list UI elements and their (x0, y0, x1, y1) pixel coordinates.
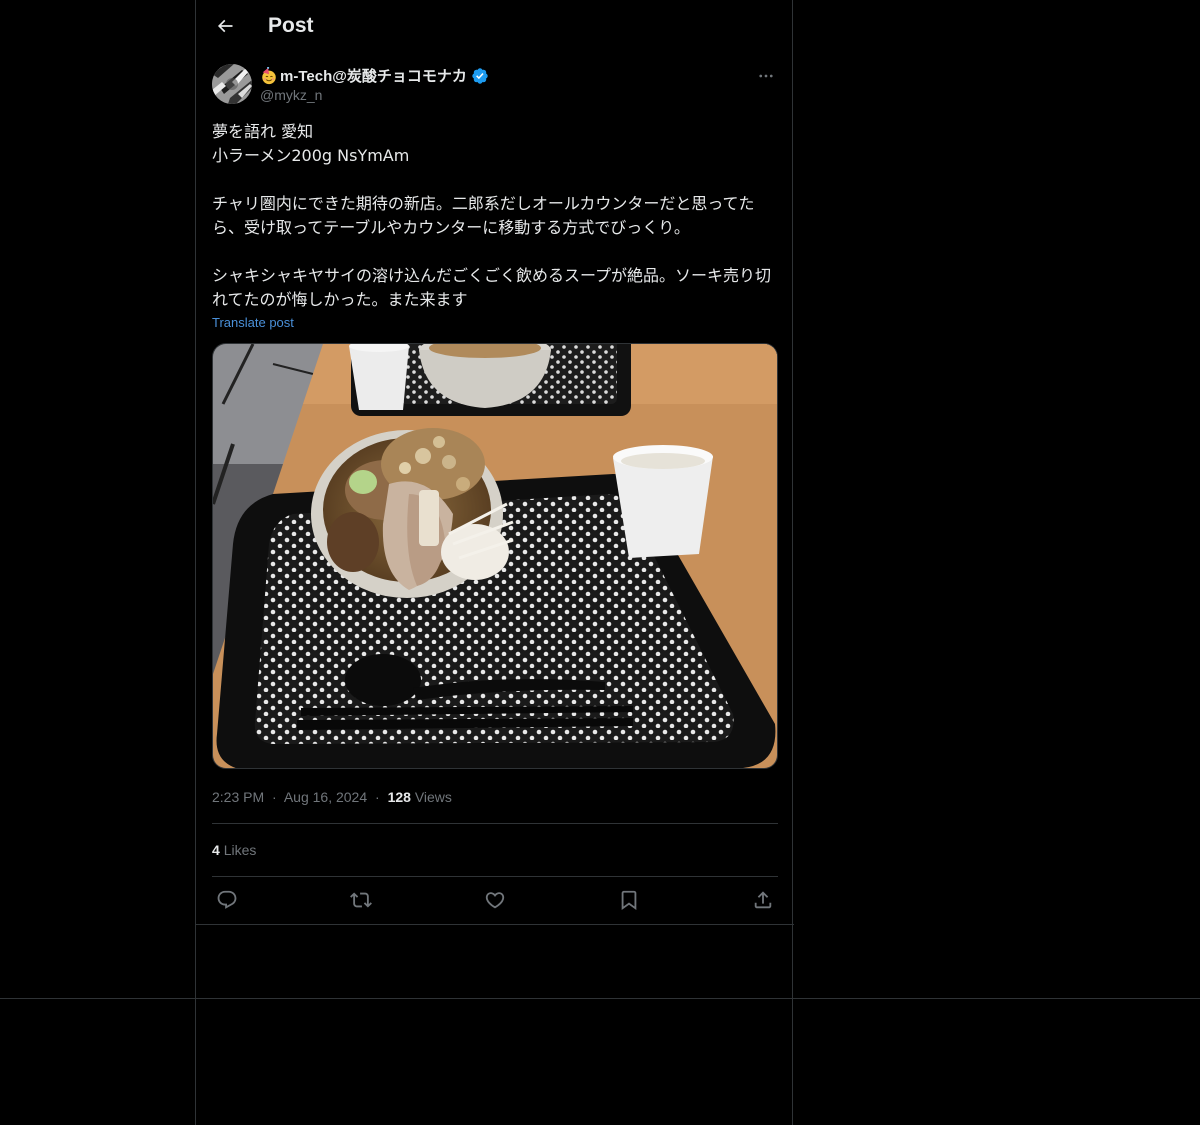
top-bar: Post (196, 0, 794, 53)
more-horizontal-icon (759, 74, 773, 78)
back-button[interactable] (208, 9, 242, 43)
post-date[interactable]: Aug 16, 2024 (284, 789, 367, 805)
share-icon (754, 891, 772, 909)
post-detail: m-Tech@炭酸チョコモナカ @mykz_n 夢を語れ 愛知 小ラーメン200… (212, 64, 778, 911)
repost-button[interactable] (348, 887, 374, 913)
reply-button[interactable] (214, 887, 240, 913)
repost-icon (350, 892, 372, 908)
post-bottom-border (196, 924, 794, 925)
author-handle[interactable]: @mykz_n (260, 87, 322, 103)
likes-summary[interactable]: 4 Likes (212, 842, 256, 858)
post-body-text: 夢を語れ 愛知 小ラーメン200g NsYmAm チャリ圏内にできた期待の新店。… (212, 122, 772, 309)
likes-label: Likes (223, 842, 257, 858)
share-button[interactable] (750, 887, 776, 913)
meta-separator: · (272, 789, 277, 805)
post-photo[interactable] (212, 343, 778, 769)
lower-divider (0, 998, 1200, 999)
main-column: Post m-Tech@炭酸チョコモナカ @mykz_n 夢を語れ 愛知 小ラー… (195, 0, 794, 1125)
like-button[interactable] (482, 887, 508, 913)
post-meta: 2:23 PM · Aug 16, 2024 · 128 Views (212, 789, 452, 805)
author-row: m-Tech@炭酸チョコモナカ @mykz_n (212, 64, 778, 108)
heart-icon (485, 892, 505, 909)
author-name-line[interactable]: m-Tech@炭酸チョコモナカ (260, 65, 489, 86)
arrow-left-icon (217, 19, 233, 33)
page: Post m-Tech@炭酸チョコモナカ @mykz_n 夢を語れ 愛知 小ラー… (0, 0, 1200, 1125)
views-count: 128 (387, 789, 411, 805)
author-display-name: m-Tech@炭酸チョコモナカ (280, 68, 467, 85)
avatar-image (212, 64, 252, 104)
meta-separator-2: · (375, 789, 380, 805)
divider-top (212, 823, 778, 824)
divider-bottom (212, 876, 778, 877)
more-options-button[interactable] (754, 64, 778, 88)
translate-post-link[interactable]: Translate post (212, 315, 294, 330)
bookmark-button[interactable] (616, 887, 642, 913)
ramen-photo (213, 344, 777, 768)
action-bar (212, 887, 778, 913)
avatar[interactable] (212, 64, 252, 104)
likes-count: 4 (212, 842, 220, 858)
page-title: Post (268, 14, 314, 37)
verified-badge-icon (472, 67, 488, 84)
views-label: Views (414, 789, 452, 805)
smiling-face-with-party-hat-icon (262, 66, 276, 84)
post-time[interactable]: 2:23 PM (212, 789, 264, 805)
reply-icon (217, 890, 237, 909)
bookmark-icon (621, 890, 637, 911)
